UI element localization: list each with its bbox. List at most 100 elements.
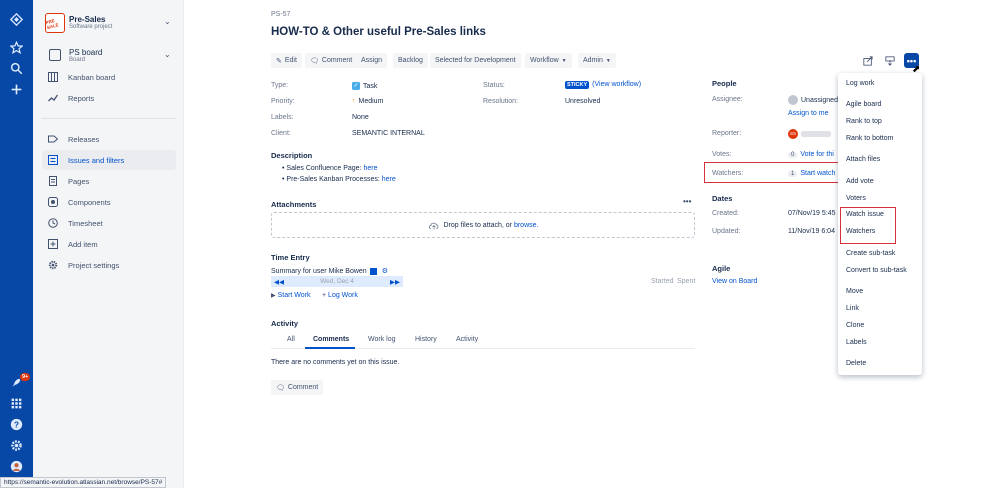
resolution-label: Resolution: (483, 98, 519, 105)
menu-item-create-sub-task[interactable]: Create sub-task (846, 250, 895, 257)
client-value[interactable]: SEMANTIC INTERNAL (352, 130, 425, 137)
watch-highlight-box (840, 207, 896, 244)
menu-item-voters[interactable]: Voters (846, 195, 866, 202)
vote-link[interactable]: Vote for thi (800, 151, 833, 158)
date-value[interactable]: Wed, Dec 4 (320, 278, 354, 285)
labels-value[interactable]: None (352, 114, 369, 121)
assignee-value[interactable]: Unassigned (788, 95, 838, 105)
share-icon[interactable] (860, 53, 875, 68)
menu-item-link[interactable]: Link (846, 305, 859, 312)
tab-all[interactable]: All (287, 336, 295, 343)
sidebar-item-issues-and-filters[interactable]: Issues and filters (42, 150, 176, 170)
tab-activity[interactable]: Activity (456, 336, 478, 343)
reporter-value[interactable]: SS (788, 129, 831, 139)
comment-button[interactable]: 🗨 Comment (305, 53, 358, 68)
status-badge[interactable]: STICKY (565, 81, 590, 89)
chevron-down-icon[interactable]: ⌄ (164, 50, 171, 59)
kanban-board-icon (48, 72, 58, 82)
help-icon[interactable]: ? (8, 416, 25, 433)
sidebar-item-add-item[interactable]: Add item (42, 234, 176, 254)
assign-button[interactable]: Assign (356, 53, 388, 68)
assign-to-me-link[interactable]: Assign to me (788, 110, 828, 117)
redacted-name (801, 131, 831, 137)
sidebar-item-timesheet[interactable]: Timesheet (42, 213, 176, 233)
reporter-avatar: SS (788, 129, 798, 139)
menu-item-clone[interactable]: Clone (846, 322, 864, 329)
sidebar-item-components[interactable]: Components (42, 192, 176, 212)
sidebar-item-reports[interactable]: Reports (42, 88, 176, 108)
project-logo[interactable]: PRE SALE (45, 13, 65, 33)
svg-text:?: ? (14, 420, 19, 429)
sidebar-item-project-settings[interactable]: Project settings (42, 255, 176, 275)
menu-item-add-vote[interactable]: Add vote (846, 178, 874, 185)
tab-history[interactable]: History (415, 336, 437, 343)
updated-value: 11/Nov/19 6:04 (788, 228, 835, 235)
backlog-button[interactable]: Backlog (393, 53, 428, 68)
gear-icon (48, 260, 58, 270)
workflow-dropdown[interactable]: Workflow ▼ (525, 53, 572, 68)
log-work-link[interactable]: + Log Work (322, 292, 358, 299)
menu-item-delete[interactable]: Delete (846, 360, 866, 367)
next-week-icon[interactable]: ▶▶ (390, 278, 400, 286)
tab-comments[interactable]: Comments (313, 336, 349, 343)
attachment-dropzone[interactable]: Drop files to attach, or browse. (271, 212, 695, 238)
board-name[interactable]: PS board (69, 48, 102, 57)
start-work-link[interactable]: ▶ Start Work (271, 292, 311, 299)
assignee-label: Assignee: (712, 96, 743, 103)
export-icon[interactable] (882, 53, 897, 68)
add-comment-button[interactable]: 🗨 Comment (271, 380, 324, 395)
menu-item-labels[interactable]: Labels (846, 339, 867, 346)
sales-confluence-link[interactable]: here (363, 165, 377, 172)
app-switcher-icon[interactable] (8, 395, 25, 412)
project-type: Software project (69, 24, 113, 30)
settings-icon[interactable] (8, 437, 25, 454)
resolution-value: Unresolved (565, 98, 601, 105)
menu-item-move[interactable]: Move (846, 288, 863, 295)
jira-logo-icon[interactable] (8, 11, 25, 28)
status-label: Status: (483, 82, 505, 89)
status-url-bar: https://semantic-evolution.atlassian.net… (0, 477, 167, 488)
chevron-down-icon[interactable]: ⌄ (164, 17, 171, 26)
edit-icon[interactable] (369, 267, 377, 275)
previous-week-icon[interactable]: ◀◀ (274, 278, 284, 286)
sidebar-item-releases[interactable]: Releases (42, 129, 176, 149)
project-name[interactable]: Pre-Sales (69, 15, 105, 24)
tab-work-log[interactable]: Work log (368, 336, 396, 343)
menu-item-agile-board[interactable]: Agile board (846, 101, 881, 108)
attachments-heading: Attachments (271, 200, 317, 209)
selected-for-development-button[interactable]: Selected for Development (430, 53, 521, 68)
menu-item-rank-to-bottom[interactable]: Rank to bottom (846, 135, 893, 142)
labels-label: Labels: (271, 114, 294, 121)
attachments-more-icon[interactable]: ••• (683, 197, 691, 206)
issue-key[interactable]: PS-57 (271, 11, 290, 18)
view-on-board-link[interactable]: View on Board (712, 278, 757, 285)
profile-avatar-icon[interactable] (8, 458, 25, 475)
components-icon (48, 197, 58, 207)
sidebar-item-kanban-board[interactable]: Kanban board (42, 67, 176, 87)
status-value: STICKY (View workflow) (565, 81, 641, 89)
sidebar-item-pages[interactable]: Pages (42, 171, 176, 191)
issues-icon (48, 155, 58, 165)
edit-button[interactable]: ✎ Edit (271, 53, 302, 68)
admin-dropdown[interactable]: Admin ▼ (578, 53, 616, 68)
menu-item-log-work[interactable]: Log work (846, 80, 874, 87)
list-item: • Pre-Sales Kanban Processes: here (282, 176, 396, 183)
gear-icon[interactable]: ⚙ (382, 268, 388, 275)
menu-item-rank-to-top[interactable]: Rank to top (846, 118, 882, 125)
create-icon[interactable] (8, 81, 25, 98)
time-entry-heading: Time Entry (271, 253, 310, 262)
browse-link[interactable]: browse. (514, 222, 539, 229)
edit-icon: ✎ (276, 57, 282, 65)
star-icon[interactable] (8, 39, 25, 56)
priority-value: ↑ Medium (352, 98, 384, 105)
reporter-label: Reporter: (712, 130, 742, 137)
time-entry-summary: Summary for user Mike Bowen ⚙ (271, 267, 388, 275)
releases-icon (48, 134, 58, 144)
kanban-processes-link[interactable]: here (382, 176, 396, 183)
issue-title[interactable]: HOW-TO & Other useful Pre-Sales links (271, 26, 486, 38)
menu-item-convert-to-sub-task[interactable]: Convert to sub-task (846, 267, 907, 274)
view-workflow-link[interactable]: (View workflow) (592, 81, 641, 88)
comment-icon: 🗨 (310, 57, 319, 65)
menu-item-attach-files[interactable]: Attach files (846, 156, 880, 163)
search-icon[interactable] (8, 60, 25, 77)
